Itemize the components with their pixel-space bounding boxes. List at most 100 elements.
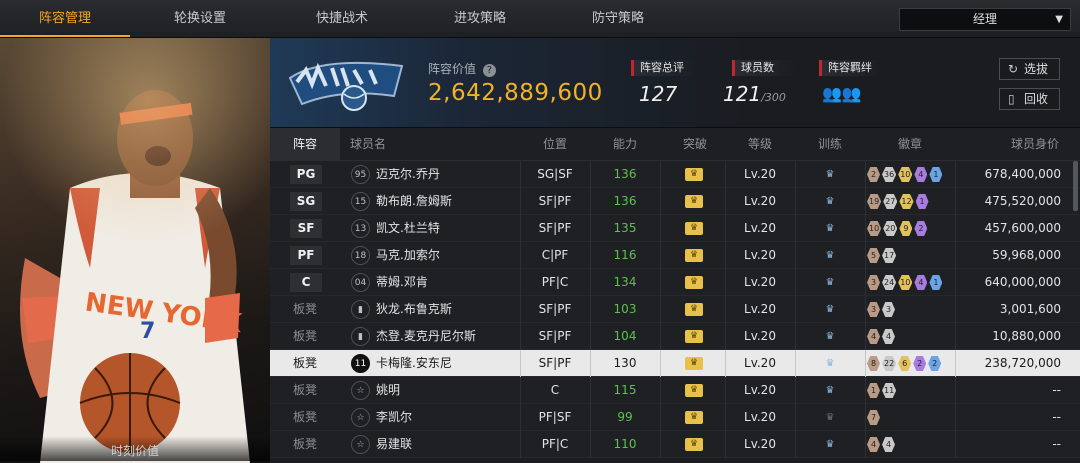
recycle-icon: ▯ xyxy=(1008,92,1015,106)
train-icon[interactable]: ♛ xyxy=(821,330,839,343)
slot-bench: 板凳 xyxy=(292,302,317,316)
badge-list[interactable]: 19 27 12 1 xyxy=(867,194,929,209)
player-name[interactable]: 勒布朗.詹姆斯 xyxy=(376,188,452,215)
crown-icon[interactable]: ♛ xyxy=(685,438,703,451)
badge-list[interactable]: 5 17 xyxy=(867,248,897,263)
player-name[interactable]: 狄龙.布鲁克斯 xyxy=(376,296,452,323)
crown-icon[interactable]: ♛ xyxy=(685,384,703,397)
col-position[interactable]: 位置 xyxy=(520,128,590,161)
table-row[interactable]: 板凳 ▮ 狄龙.布鲁克斯 SF|PF 103 ♛ Lv.20 ♛ 3 3 3,001,600 xyxy=(270,296,1080,323)
col-name[interactable]: 球员名 xyxy=(350,128,410,161)
train-icon[interactable]: ♛ xyxy=(821,195,839,208)
col-lineup[interactable]: 阵容 xyxy=(270,128,340,161)
table-row[interactable]: 板凳 11 卡梅隆.安东尼 SF|PF 130 ♛ Lv.20 ♛ 8 22 6 2 2 238,720,… xyxy=(270,350,1080,377)
train-icon[interactable]: ♛ xyxy=(821,222,839,235)
badge-list[interactable]: 33 xyxy=(867,302,895,317)
svg-text:7: 7 xyxy=(140,319,155,344)
col-breakthrough[interactable]: 突破 xyxy=(660,128,730,161)
manager-dropdown[interactable]: 经理 ▼ xyxy=(899,8,1071,31)
col-worth[interactable]: 球员身价 xyxy=(990,128,1080,161)
train-icon[interactable]: ♛ xyxy=(821,357,839,370)
player-level: Lv.20 xyxy=(744,437,776,451)
crown-icon[interactable]: ♛ xyxy=(685,249,703,262)
crown-icon[interactable]: ♛ xyxy=(685,330,703,343)
table-row[interactable]: 板凳 ☆ 李凯尔 PF|SF 99 ♛ Lv.20 ♛ 7 -- xyxy=(270,404,1080,431)
slot-position: SF xyxy=(290,219,322,238)
player-name[interactable]: 姚明 xyxy=(376,377,400,404)
recycle-button[interactable]: ▯ 回收 xyxy=(999,88,1060,110)
divider xyxy=(795,242,796,269)
slot-bench: 板凳 xyxy=(292,356,317,370)
train-icon[interactable]: ♛ xyxy=(821,249,839,262)
bond-icons[interactable]: 👥👥 xyxy=(822,84,862,103)
crown-icon[interactable]: ♛ xyxy=(685,303,703,316)
table-row[interactable]: PF 18 马克.加索尔 C|PF 116 ♛ Lv.20 ♛ 5 17 59,968,000 xyxy=(270,242,1080,269)
col-training[interactable]: 训练 xyxy=(795,128,865,161)
badge-count: 24 xyxy=(882,275,897,290)
badge-list[interactable]: 44 xyxy=(867,329,895,344)
player-level: Lv.20 xyxy=(744,194,776,208)
train-icon[interactable]: ♛ xyxy=(821,438,839,451)
player-name[interactable]: 马克.加索尔 xyxy=(376,242,440,269)
badge-count: 4 xyxy=(914,167,928,182)
crown-icon[interactable]: ♛ xyxy=(685,276,703,289)
tab-lineup[interactable]: 阵容管理 xyxy=(0,0,130,37)
crown-icon[interactable]: ♛ xyxy=(685,222,703,235)
badge-list[interactable]: 7 xyxy=(867,410,880,425)
player-name[interactable]: 蒂姆.邓肯 xyxy=(376,269,428,296)
table-row[interactable]: PG 95 迈克尔.乔丹 SG|SF 136 ♛ Lv.20 ♛ 2 36 10 4 1 678,400,… xyxy=(270,161,1080,188)
train-icon[interactable]: ♛ xyxy=(821,411,839,424)
col-level[interactable]: 等级 xyxy=(725,128,795,161)
tab-rotation[interactable]: 轮换设置 xyxy=(140,0,260,37)
badge-list[interactable]: 1 11 xyxy=(867,383,897,398)
badge-count: 10 xyxy=(898,167,913,182)
badge-list[interactable]: 2 36 10 4 1 xyxy=(867,167,943,182)
train-icon[interactable]: ♛ xyxy=(821,303,839,316)
train-icon[interactable]: ♛ xyxy=(821,168,839,181)
badge-list[interactable]: 44 xyxy=(867,437,895,452)
player-name[interactable]: 凯文.杜兰特 xyxy=(376,215,440,242)
tab-defense[interactable]: 防守策略 xyxy=(558,0,678,37)
slot-position: PG xyxy=(290,165,322,184)
player-name[interactable]: 易建联 xyxy=(376,431,412,458)
manager-value: 经理 xyxy=(972,12,997,26)
table-row[interactable]: SG 15 勒布朗.詹姆斯 SF|PF 136 ♛ Lv.20 ♛ 19 27 12 1 475,520… xyxy=(270,188,1080,215)
player-worth: 3,001,600 xyxy=(999,302,1061,316)
crown-icon[interactable]: ♛ xyxy=(685,357,703,370)
help-icon[interactable]: ? xyxy=(482,64,496,77)
table-row[interactable]: 板凳 ☆ 姚明 C 115 ♛ Lv.20 ♛ 1 11 -- xyxy=(270,377,1080,404)
tab-offense[interactable]: 进攻策略 xyxy=(420,0,540,37)
crown-icon[interactable]: ♛ xyxy=(685,168,703,181)
player-ability: 110 xyxy=(613,437,637,451)
col-badges[interactable]: 徽章 xyxy=(865,128,955,161)
slot-position: PF xyxy=(290,246,322,265)
table-row[interactable]: SF 13 凯文.杜兰特 SF|PF 135 ♛ Lv.20 ♛ 10 20 9 2 457,600,0… xyxy=(270,215,1080,242)
player-name[interactable]: 李凯尔 xyxy=(376,404,412,431)
train-icon[interactable]: ♛ xyxy=(821,276,839,289)
divider xyxy=(660,323,661,350)
col-ability[interactable]: 能力 xyxy=(590,128,660,161)
table-row[interactable]: C 04 蒂姆.邓肯 PF|C 134 ♛ Lv.20 ♛ 3 24 10 4 1 640,000,000 xyxy=(270,269,1080,296)
pick-button[interactable]: ↻ 选拔 xyxy=(999,58,1060,80)
player-count-label: 球员数 xyxy=(732,60,796,76)
player-name[interactable]: 卡梅隆.安东尼 xyxy=(376,350,452,377)
train-icon[interactable]: ♛ xyxy=(821,384,839,397)
rank-bars-icon: ▮ xyxy=(351,327,370,346)
tab-tactics[interactable]: 快捷战术 xyxy=(282,0,402,37)
table-row[interactable]: 板凳 ▮ 杰登.麦克丹尼尔斯 SF|PF 104 ♛ Lv.20 ♛ 4 4 10,880,000 xyxy=(270,323,1080,350)
badge-list[interactable]: 10 20 9 2 xyxy=(867,221,928,236)
crown-icon[interactable]: ♛ xyxy=(685,411,703,424)
badge-list[interactable]: 8 22 6 2 2 xyxy=(867,356,942,371)
divider xyxy=(795,350,796,377)
player-name[interactable]: 杰登.麦克丹尼尔斯 xyxy=(376,323,476,350)
player-name[interactable]: 迈克尔.乔丹 xyxy=(376,161,440,188)
scrollbar[interactable] xyxy=(1073,161,1078,211)
divider xyxy=(955,215,956,242)
top-nav: 阵容管理 轮换设置 快捷战术 进攻策略 防守策略 经理 ▼ xyxy=(0,0,1080,38)
crown-icon[interactable]: ♛ xyxy=(685,195,703,208)
divider xyxy=(660,215,661,242)
divider xyxy=(795,269,796,296)
badge-list[interactable]: 3 24 10 4 1 xyxy=(867,275,943,290)
table-row[interactable]: 板凳 ☆ 易建联 PF|C 110 ♛ Lv.20 ♛ 4 4 -- xyxy=(270,431,1080,458)
badge-count: 8 xyxy=(867,356,880,371)
